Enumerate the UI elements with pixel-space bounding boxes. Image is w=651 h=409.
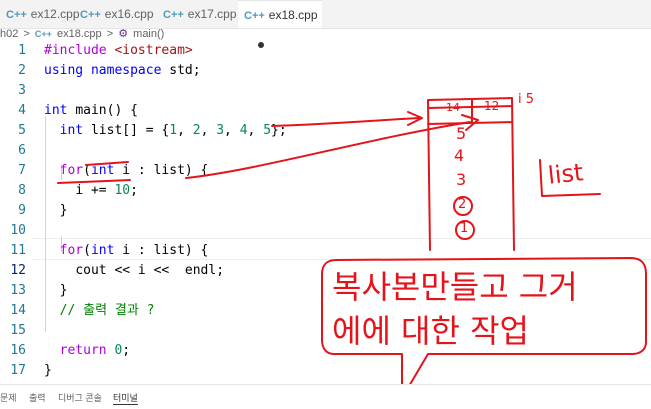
list-handwritten-label: list — [546, 158, 585, 190]
tab-terminal[interactable]: 터미널 — [113, 391, 138, 405]
pen-annotations — [57, 97, 647, 399]
underline-int-i — [85, 161, 129, 166]
stack-value: 5 — [456, 124, 467, 143]
array-cell-value: 12 — [484, 99, 500, 113]
loop-variable-note: i 5 — [518, 92, 535, 107]
callout-text-line-2: 에에 대한 작업 — [332, 312, 529, 350]
stack-value: 2 — [458, 197, 467, 212]
tab-problems[interactable]: 문제 — [0, 391, 17, 404]
tab-output[interactable]: 출력 — [29, 391, 46, 404]
stack-value: 4 — [454, 146, 465, 165]
underline-i-plus-ten — [57, 179, 131, 184]
arrow-list-to-box — [271, 117, 421, 127]
panel-tab-bar: 문제 출력 디버그 콘솔 터미널 — [0, 384, 651, 409]
tab-debug-console[interactable]: 디버그 콘솔 — [58, 391, 102, 404]
callout-text-line-1: 복사본만들고 그거 — [332, 268, 578, 306]
stack-value: 1 — [460, 221, 469, 236]
arrow-i-to-box — [185, 121, 471, 179]
stack-value: 3 — [456, 170, 467, 189]
array-cell-value: 14 — [446, 101, 460, 114]
